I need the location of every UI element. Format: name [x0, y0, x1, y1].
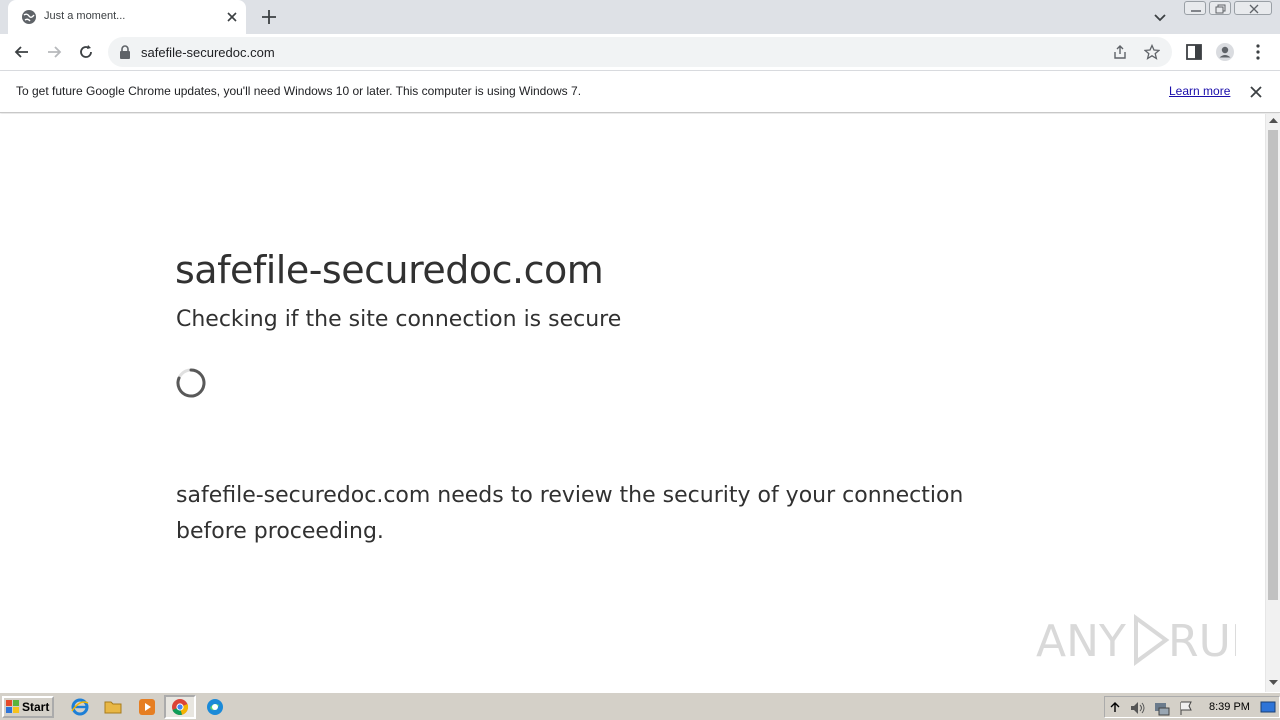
network-icon[interactable]	[1153, 700, 1171, 716]
chrome-taskbar-button[interactable]	[164, 695, 196, 719]
share-icon[interactable]	[1112, 44, 1128, 60]
page-content: safefile-securedoc.com Checking if the s…	[0, 114, 1265, 692]
close-window-button[interactable]	[1234, 1, 1272, 15]
media-player-icon[interactable]	[137, 697, 157, 717]
edge-icon[interactable]	[205, 697, 225, 717]
taskbar-clock[interactable]: 8:39 PM	[1209, 701, 1250, 713]
profile-avatar-icon[interactable]	[1215, 42, 1235, 62]
browser-toolbar: safefile-securedoc.com	[0, 34, 1280, 71]
update-infobar: To get future Google Chrome updates, you…	[0, 71, 1280, 113]
scrollbar-thumb[interactable]	[1268, 130, 1278, 600]
browser-tab[interactable]: Just a moment...	[8, 0, 246, 34]
new-tab-icon[interactable]	[260, 8, 278, 26]
reload-icon[interactable]	[76, 42, 96, 62]
bookmark-star-icon[interactable]	[1144, 44, 1160, 60]
side-panel-icon[interactable]	[1184, 42, 1204, 62]
action-center-flag-icon[interactable]	[1178, 700, 1194, 716]
back-icon[interactable]	[12, 42, 32, 62]
svg-text:RUN: RUN	[1168, 616, 1236, 667]
minimize-button[interactable]	[1184, 1, 1206, 15]
close-icon	[1249, 4, 1259, 14]
infobar-message: To get future Google Chrome updates, you…	[16, 84, 582, 98]
svg-text:ANY: ANY	[1036, 616, 1126, 667]
url-text[interactable]: safefile-securedoc.com	[141, 45, 275, 60]
start-label: Start	[22, 700, 50, 714]
restore-icon	[1215, 4, 1226, 14]
forward-icon[interactable]	[44, 42, 64, 62]
windows-taskbar: Start 8:39 PM	[0, 692, 1280, 720]
review-message: safefile-securedoc.com needs to review t…	[176, 483, 964, 544]
anyrun-watermark-logo: ANY RUN	[1036, 614, 1236, 667]
show-hidden-icons-icon[interactable]	[1110, 701, 1120, 713]
folder-icon[interactable]	[103, 697, 123, 717]
page-subtitle: Checking if the site connection is secur…	[176, 307, 622, 332]
learn-more-link[interactable]: Learn more	[1169, 84, 1230, 98]
scroll-down-icon[interactable]	[1269, 680, 1278, 686]
close-infobar-icon[interactable]	[1249, 85, 1263, 99]
tab-title: Just a moment...	[44, 10, 126, 22]
scroll-up-icon[interactable]	[1269, 117, 1278, 123]
address-bar[interactable]: safefile-securedoc.com	[108, 37, 1172, 67]
page-title: safefile-securedoc.com	[175, 248, 604, 292]
show-desktop-icon[interactable]	[1260, 700, 1276, 714]
start-button[interactable]: Start	[2, 696, 54, 718]
volume-icon[interactable]	[1129, 700, 1147, 716]
system-tray: 8:39 PM	[1104, 696, 1280, 718]
menu-kebab-icon[interactable]	[1248, 42, 1268, 62]
windows-flag-icon	[6, 700, 19, 713]
restore-button[interactable]	[1209, 1, 1231, 15]
loading-spinner-icon	[176, 368, 206, 398]
tab-strip: Just a moment...	[0, 0, 1280, 34]
globe-icon	[22, 10, 36, 24]
lock-icon[interactable]	[119, 45, 131, 59]
close-tab-icon[interactable]	[224, 9, 240, 25]
vertical-scrollbar[interactable]	[1265, 114, 1280, 692]
internet-explorer-icon[interactable]	[70, 697, 90, 717]
chrome-icon	[172, 699, 189, 715]
chevron-down-icon[interactable]	[1152, 9, 1168, 25]
minimize-icon	[1191, 10, 1201, 12]
